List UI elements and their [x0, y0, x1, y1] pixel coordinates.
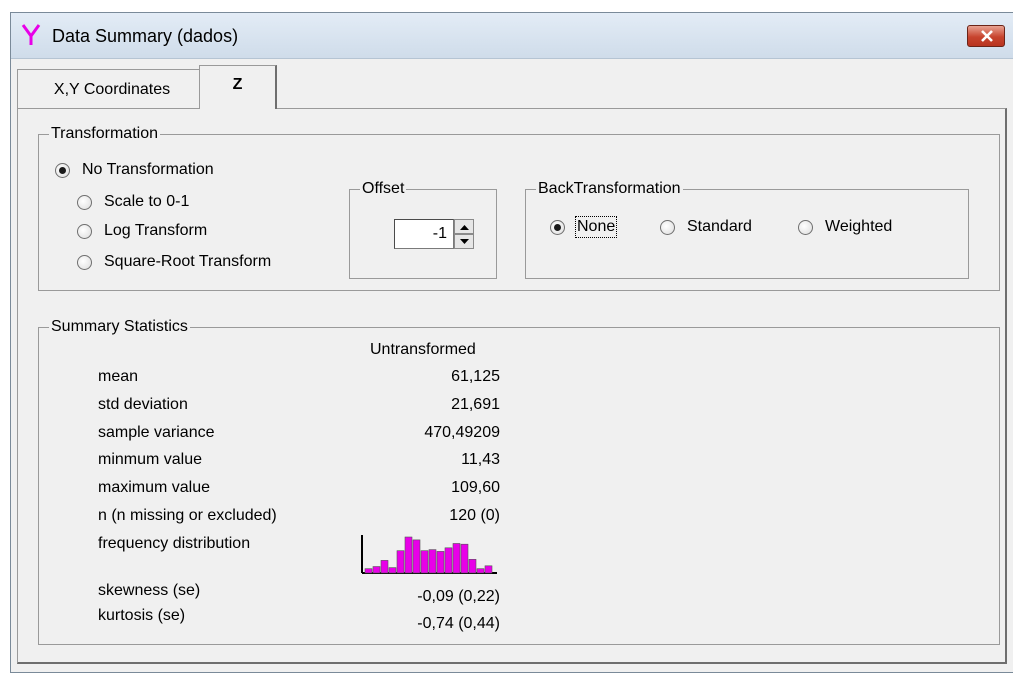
transformation-legend: Transformation: [49, 125, 160, 143]
radio-label: Square-Root Transform: [104, 253, 272, 270]
stat-value-minimum-value: 11,43: [461, 451, 500, 468]
histogram-bar: [388, 567, 397, 574]
histogram-bar: [476, 568, 485, 574]
radio-button-checked[interactable]: [550, 219, 565, 235]
histogram-bar: [428, 549, 437, 574]
histogram-bar: [444, 547, 453, 574]
histogram-bar: [372, 566, 381, 574]
histogram-bar: [468, 559, 477, 574]
close-button[interactable]: [967, 25, 1005, 47]
radio-button[interactable]: [77, 223, 92, 239]
radio-button[interactable]: [660, 219, 675, 235]
stat-value-mean: 61,125: [451, 368, 500, 385]
stat-value-maximum-value: 109,60: [451, 479, 500, 496]
histogram-bar: [396, 550, 405, 574]
radio-square-root-transform[interactable]: Square-Root Transform: [77, 252, 271, 272]
arrow-down-icon: [460, 239, 469, 244]
stat-label-minimum-value: minmum value: [98, 451, 203, 468]
radio-button-checked[interactable]: [55, 162, 70, 178]
radio-button[interactable]: [798, 219, 813, 235]
radio-button[interactable]: [77, 194, 92, 210]
histogram-bar: [460, 543, 469, 574]
histogram-bar: [484, 565, 493, 574]
radio-back-standard[interactable]: Standard: [660, 217, 752, 237]
app-logo-icon: [21, 24, 41, 45]
arrow-up-icon: [460, 225, 469, 230]
radio-back-weighted[interactable]: Weighted: [798, 217, 892, 237]
offset-legend: Offset: [360, 180, 407, 198]
stat-label-skewness: skewness (se): [98, 582, 201, 599]
stat-label-sample-variance: sample variance: [98, 424, 215, 441]
title-bar[interactable]: Data Summary (dados): [11, 13, 1013, 59]
radio-no-transformation[interactable]: No Transformation: [55, 160, 214, 180]
column-header-untransformed: Untransformed: [370, 341, 476, 358]
stat-label-n: n (n missing or excluded): [98, 507, 277, 524]
back-transformation-legend: BackTransformation: [536, 180, 683, 198]
radio-log-transform[interactable]: Log Transform: [77, 221, 207, 241]
histogram-bar: [364, 568, 373, 574]
radio-label: Log Transform: [104, 222, 208, 239]
radio-label: Scale to 0-1: [104, 193, 190, 210]
tab-panel-z: Transformation No Transformation Scale t…: [17, 108, 1007, 664]
offset-spin-up-button[interactable]: [454, 219, 474, 234]
back-transformation-group: BackTransformation None Standard Weighte…: [525, 180, 969, 279]
offset-group: Offset -1: [349, 180, 497, 279]
offset-input[interactable]: -1: [394, 219, 454, 249]
histogram-bar: [404, 536, 413, 574]
summary-statistics-legend: Summary Statistics: [49, 318, 190, 336]
radio-label: No Transformation: [82, 161, 214, 178]
tab-xy-coordinates[interactable]: X,Y Coordinates: [17, 69, 207, 109]
stat-value-n: 120 (0): [449, 507, 500, 524]
radio-label: Weighted: [825, 218, 893, 235]
transformation-group: Transformation No Transformation Scale t…: [38, 125, 1000, 291]
stat-label-kurtosis: kurtosis (se): [98, 607, 186, 624]
offset-spin-down-button[interactable]: [454, 234, 474, 249]
radio-scale-0-1[interactable]: Scale to 0-1: [77, 192, 189, 212]
stat-label-frequency-distribution: frequency distribution: [98, 535, 251, 552]
histogram-bar: [452, 543, 461, 574]
tab-z[interactable]: Z: [199, 65, 277, 109]
stat-value-kurtosis: -0,74 (0,44): [417, 615, 500, 632]
histogram-bar: [436, 551, 445, 574]
stat-label-mean: mean: [98, 368, 139, 385]
stat-value-sample-variance: 470,49209: [424, 424, 500, 441]
frequency-distribution-histogram: [361, 535, 497, 574]
histogram-bar: [420, 550, 429, 574]
stat-label-std-deviation: std deviation: [98, 396, 188, 413]
stat-value-skewness: -0,09 (0,22): [417, 588, 500, 605]
radio-button[interactable]: [77, 254, 92, 270]
radio-label: Standard: [687, 218, 752, 235]
stat-label-maximum-value: maximum value: [98, 479, 211, 496]
window-title: Data Summary (dados): [52, 26, 239, 46]
histogram-bar: [380, 560, 389, 574]
histogram-bar: [412, 539, 421, 574]
radio-label: None: [574, 216, 618, 238]
stat-value-std-deviation: 21,691: [451, 396, 500, 413]
close-icon: [981, 30, 993, 42]
data-summary-window: Data Summary (dados) X,Y Coordinates Z T…: [10, 12, 1013, 673]
radio-back-none[interactable]: None: [550, 216, 618, 238]
